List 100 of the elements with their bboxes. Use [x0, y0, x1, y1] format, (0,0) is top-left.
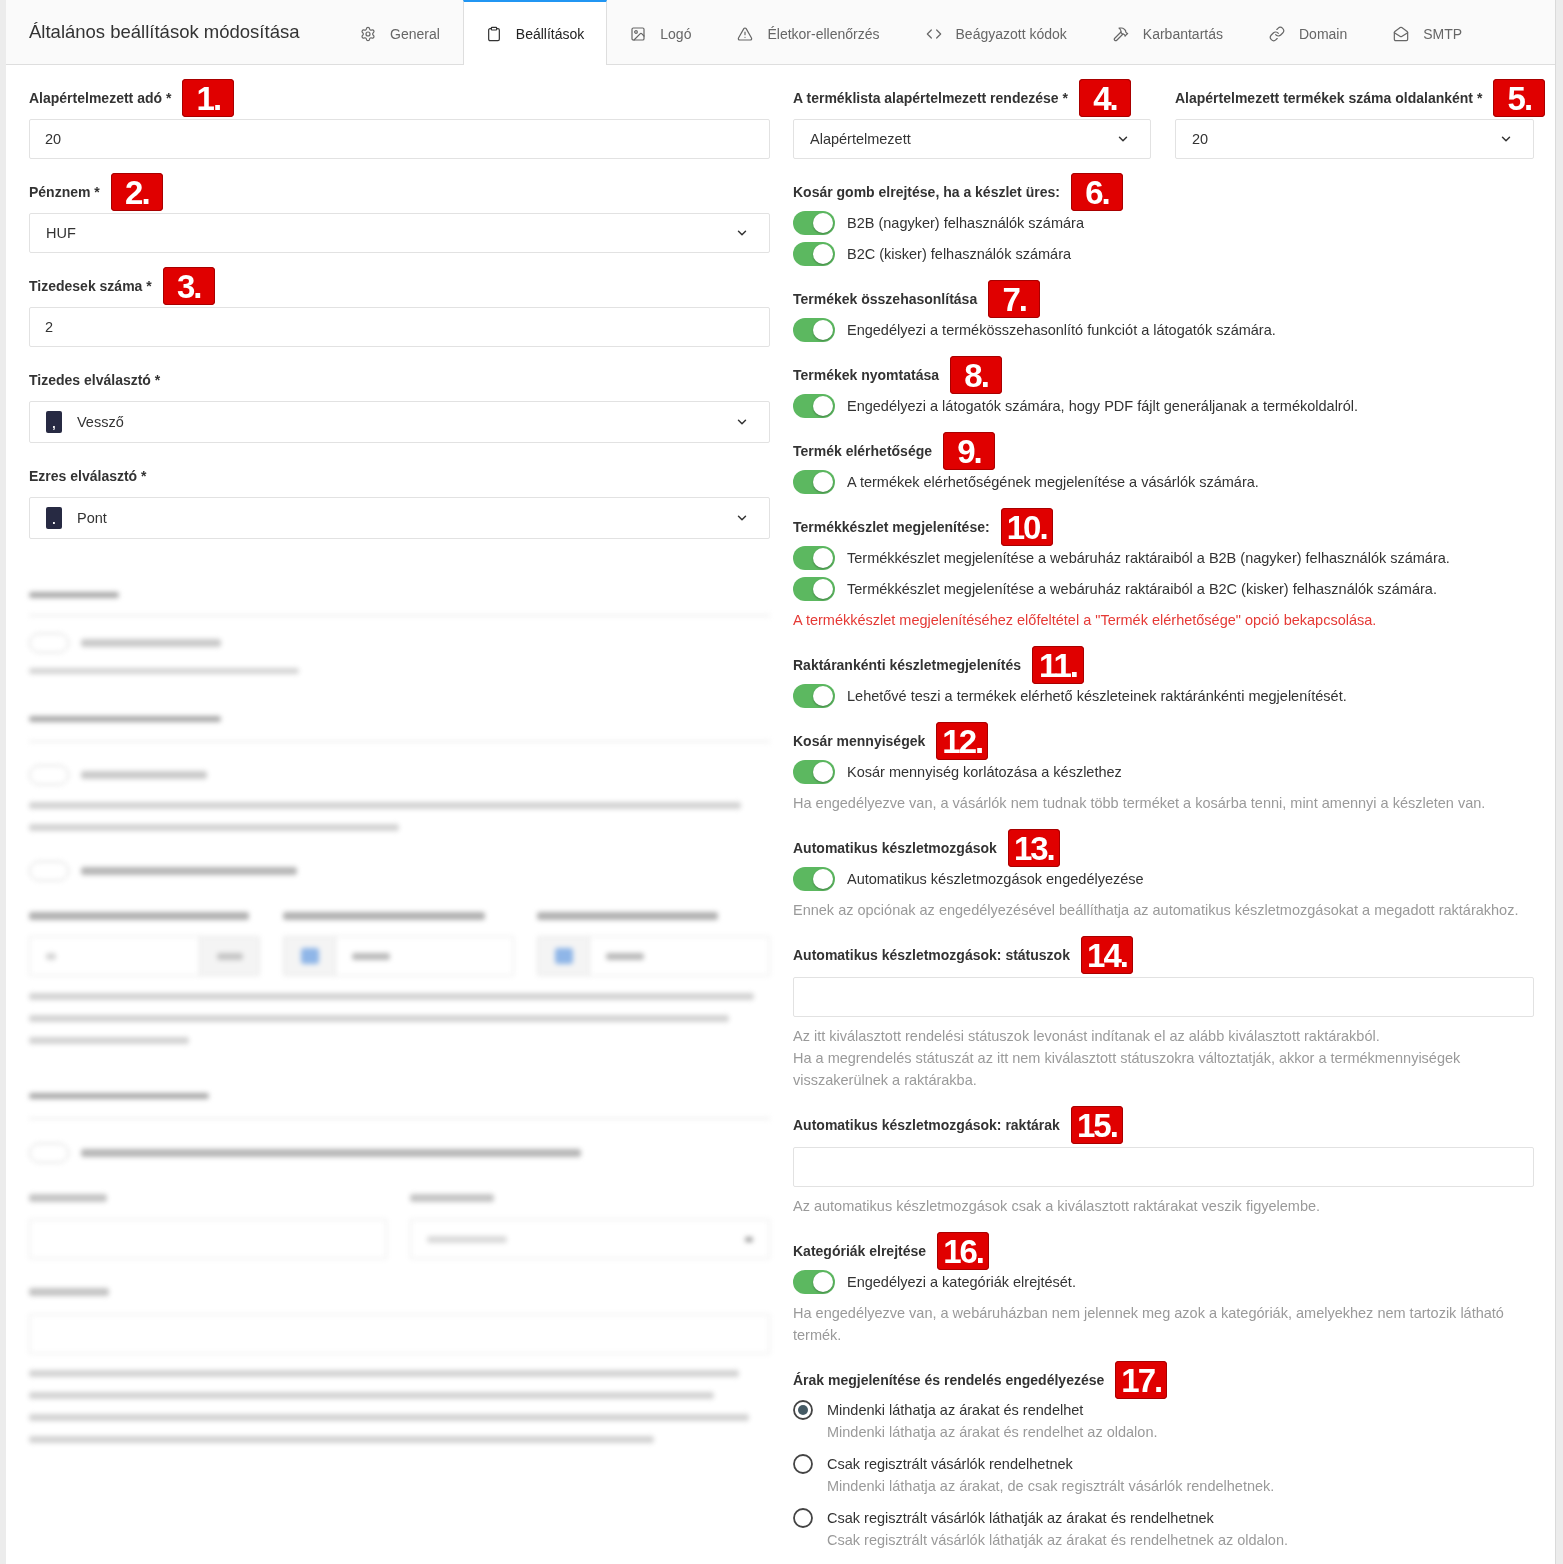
hammer-icon [1112, 25, 1129, 42]
toggle-switch[interactable] [793, 211, 835, 235]
toggle-switch[interactable] [793, 394, 835, 418]
field-label: Alapértelmezett termékek száma oldalanként * [1175, 90, 1483, 106]
toggle-label: Termékkészlet megjelenítése a webáruház raktáraiból a B2C (kisker) felhasználók számára. [847, 581, 1437, 597]
help-text: Az automatikus készletmozgások csak a kiválasztott raktárakat veszik figyelembe. [793, 1197, 1322, 1216]
separator-symbol-tile: . [46, 507, 62, 529]
field-label: Raktárankénti készletmegjelenítés [793, 657, 1021, 673]
toggle-switch[interactable] [793, 684, 835, 708]
toggle-switch[interactable] [793, 760, 835, 784]
field-label: Termékek összehasonlítása [793, 291, 978, 307]
number-marker: 12. [936, 722, 989, 760]
toggle-label: A termékek elérhetőségének megjelenítése a vásárlók számára. [847, 474, 1259, 490]
tab[interactable]: Domain [1246, 0, 1371, 65]
field-label: Termék elérhetősége [793, 443, 933, 459]
radio-label: Csak regisztrált vásárlók rendelhetnek [827, 1455, 1074, 1474]
field-label: Kategóriák elrejtése [793, 1243, 927, 1259]
tab[interactable]: SMTP [1370, 0, 1486, 65]
toggle-label: Termékkészlet megjelenítése a webáruház raktáraiból a B2B (nagyker) felhasználók számára. [847, 550, 1450, 566]
toggle-label: Engedélyezi a látogatók számára, hogy PDF fájlt generáljanak a termékoldalról. [847, 398, 1358, 414]
select-field[interactable]: 20 [1175, 119, 1534, 159]
field-label: Kosár mennyiségek [793, 733, 926, 749]
number-marker: 5. [1493, 79, 1546, 117]
text-input[interactable] [793, 977, 1534, 1017]
field-label: Kosár gomb elrejtése, ha a készlet üres: [793, 184, 1060, 200]
number-marker: 10. [1000, 508, 1053, 546]
gear-icon [360, 25, 376, 42]
toggle-label: Lehetővé teszi a termékek elérhető készleteinek raktáránkénti megjelenítését. [847, 688, 1347, 704]
help-text: Az itt kiválasztott rendelési státuszok levonást indítanak el az alább kiválasztott raktárakból. [793, 1027, 1381, 1046]
warning-text: A termékkészlet megjelenítéséhez előfeltétel a "Termék elérhetősége" opció bekapcsolása. [793, 611, 1378, 630]
link-icon [1269, 25, 1285, 42]
text-input[interactable]: 20 [29, 119, 770, 159]
radio-description: Csak regisztrált vásárlók láthatják az árakat és rendelhetnek az oldalon. [827, 1531, 1289, 1550]
help-text: Ha engedélyezve van, a webáruházban nem jelennek meg azok a kategóriák, amelyekhez nem tartozik látható termék. [793, 1304, 1505, 1345]
tab[interactable]: Logó [607, 0, 715, 65]
page-title: Általános beállítások módosítása [29, 21, 301, 43]
field-label: Árak megjelenítése és rendelés engedélyezése [793, 1372, 1105, 1388]
toggle-label: Engedélyezi a termékösszehasonlító funkciót a látogatók számára. [847, 322, 1276, 338]
toggle-switch[interactable] [793, 577, 835, 601]
warning-icon [737, 25, 754, 42]
number-marker: 6. [1070, 173, 1123, 211]
toggle-switch[interactable] [793, 318, 835, 342]
field-label: Termékkészlet megjelenítése: [793, 519, 990, 535]
toggle-switch[interactable] [793, 546, 835, 570]
field-label: A terméklista alapértelmezett rendezése * [793, 90, 1068, 106]
toggle-label: B2C (kisker) felhasználók számára [847, 246, 1072, 262]
text-input[interactable] [793, 1147, 1534, 1187]
radio-description: Mindenki láthatja az árakat és rendelhet az oldalon. [827, 1423, 1158, 1442]
field-label: Pénznem * [29, 184, 100, 200]
select-field[interactable]: Alapértelmezett [793, 119, 1151, 159]
number-marker: 14. [1080, 936, 1133, 974]
help-text: Ha engedélyezve van, a vásárlók nem tudnak több terméket a kosárba tenni, mint amennyi a készleten van. [793, 794, 1487, 813]
number-marker: 17. [1115, 1361, 1168, 1399]
tab[interactable]: Beágyazott kódok [902, 0, 1090, 65]
help-text: Ha a megrendelés státuszát az itt nem kiválasztott státuszokra változtatják, akkor a termékmennyiségek visszakerülnek a raktárakba. [793, 1049, 1462, 1090]
number-marker: 3. [162, 267, 215, 305]
radio-button[interactable] [793, 1454, 813, 1474]
number-marker: 13. [1007, 829, 1060, 867]
field-label: Tizedes elválasztó * [29, 372, 161, 388]
help-text: Ennek az opciónak az engedélyezésével beállíthatja az automatikus készletmozgásokat a megadott raktárakhoz. [793, 901, 1520, 920]
field-label: Automatikus készletmozgások: raktárak [793, 1117, 1060, 1133]
radio-description: Mindenki láthatja az árakat, de csak regisztrált vásárlók rendelhetnek. [827, 1477, 1275, 1496]
envelope-icon [1393, 25, 1410, 42]
separator-symbol-tile: , [46, 411, 62, 433]
clipboard-icon [485, 25, 502, 42]
number-marker: 1. [182, 79, 235, 117]
radio-label: Mindenki láthatja az árakat és rendelhet [827, 1401, 1085, 1420]
field-label: Termékek nyomtatása [793, 367, 940, 383]
number-marker: 8. [950, 356, 1003, 394]
select-field[interactable]: , Vessző [29, 401, 770, 443]
number-marker: 15. [1070, 1106, 1123, 1144]
radio-label: Csak regisztrált vásárlók láthatják az árakat és rendelhetnek [827, 1509, 1215, 1528]
toggle-switch[interactable] [793, 1270, 835, 1294]
select-field[interactable]: . Pont [29, 497, 770, 539]
tab[interactable]: Beállítások [462, 0, 608, 65]
toggle-label: Automatikus készletmozgások engedélyezése [847, 871, 1144, 887]
number-marker: 9. [943, 432, 996, 470]
toggle-switch[interactable] [793, 867, 835, 891]
tab[interactable]: General [337, 0, 463, 65]
toggle-label: B2B (nagyker) felhasználók számára [847, 215, 1084, 231]
field-label: Automatikus készletmozgások: státuszok [793, 947, 1070, 963]
field-label: Ezres elválasztó * [29, 468, 147, 484]
number-marker: 4. [1078, 79, 1131, 117]
number-marker: 16. [937, 1232, 990, 1270]
number-marker: 11. [1032, 646, 1084, 684]
toggle-switch[interactable] [793, 470, 835, 494]
field-label: Tizedesek száma * [29, 278, 152, 294]
tab[interactable]: Karbantartás [1089, 0, 1246, 65]
toggle-label: Kosár mennyiség korlátozása a készlethez [847, 764, 1122, 780]
tab[interactable]: Életkor-ellenőrzés [714, 0, 903, 65]
toggle-switch[interactable] [793, 242, 835, 266]
number-marker: 2. [110, 173, 163, 211]
radio-button[interactable] [793, 1508, 813, 1528]
field-label: Alapértelmezett adó * [29, 90, 172, 106]
text-input[interactable]: 2 [29, 307, 770, 347]
select-field[interactable]: HUF [29, 213, 770, 253]
toggle-label: Engedélyezi a kategóriák elrejtését. [847, 1274, 1076, 1290]
radio-button[interactable] [793, 1400, 813, 1420]
field-label: Automatikus készletmozgások [793, 840, 997, 856]
number-marker: 7. [988, 280, 1041, 318]
